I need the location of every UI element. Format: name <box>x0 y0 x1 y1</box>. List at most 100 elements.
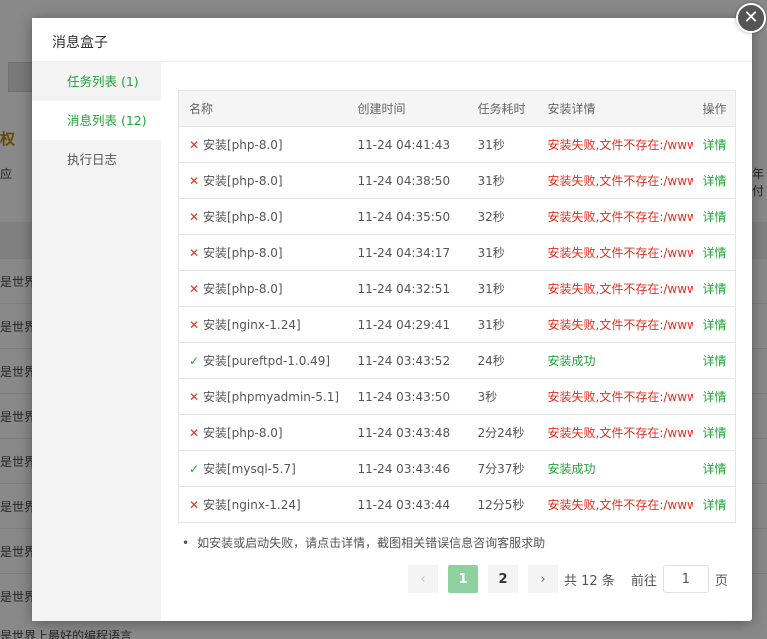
detail-link[interactable]: 详情 <box>693 163 736 199</box>
failure-x-icon: ✕ <box>189 246 200 260</box>
task-name-cell: ✕ 安装[nginx-1.24] <box>179 487 348 523</box>
table-row: ✕ 安装[php-8.0] 11-24 04:35:50 32秒 安装失败,文件不存在:… <box>178 198 736 235</box>
duration-cell: 7分37秒 <box>477 462 525 476</box>
detail-link[interactable]: 详情 <box>693 415 736 451</box>
table-row: ✕ 安装[nginx-1.24] 11-24 03:43:44 12分5秒 安装失败,文… <box>178 486 736 523</box>
column-header-action: 操作 <box>702 102 727 116</box>
detail-link[interactable]: 详情 <box>693 271 736 307</box>
task-name: 安装[nginx-1.24] <box>203 318 301 332</box>
install-detail-cell: 安装失败,文件不存在:/www <box>547 498 693 512</box>
column-header-install-detail: 安装详情 <box>547 102 596 116</box>
created-time-cell: 11-24 04:34:17 <box>357 245 451 260</box>
task-name: 安装[phpmyadmin-5.1] <box>203 390 340 404</box>
sidebar-item-task-list[interactable]: 任务列表 (1) <box>32 62 161 101</box>
table-row: ✕ 安装[nginx-1.24] 11-24 04:29:41 31秒 安装失败,文件不… <box>178 306 736 343</box>
task-name: 安装[pureftpd-1.0.49] <box>203 354 331 368</box>
task-name: 安装[php-8.0] <box>203 426 283 440</box>
pagination: ‹ 1 2 › 共 12 条 前往 页 <box>408 564 728 594</box>
table-row: ✕ 安装[php-8.0] 11-24 04:41:43 31秒 安装失败,文件不存在:… <box>178 126 736 163</box>
close-icon: ✕ <box>743 7 759 28</box>
task-name-cell: ✕ 安装[php-8.0] <box>179 415 348 451</box>
created-time-cell: 11-24 04:35:50 <box>357 209 451 224</box>
goto-page-input[interactable] <box>662 565 709 593</box>
detail-link[interactable]: 详情 <box>693 451 736 487</box>
detail-link[interactable]: 详情 <box>693 343 736 379</box>
detail-link[interactable]: 详情 <box>693 199 736 235</box>
install-detail-cell: 安装失败,文件不存在:/www <box>547 138 693 152</box>
task-name: 安装[php-8.0] <box>203 210 283 224</box>
table-row: ✓ 安装[mysql-5.7] 11-24 03:43:46 7分37秒 安装成功 详情 <box>178 450 736 487</box>
created-time-cell: 11-24 03:43:52 <box>357 353 451 368</box>
failure-x-icon: ✕ <box>189 390 200 404</box>
message-box-dialog: 消息盒子 任务列表 (1) 消息列表 (12) 执行日志 名称 创建时间 任务耗… <box>32 18 752 621</box>
failure-x-icon: ✕ <box>189 210 200 224</box>
task-name-cell: ✕ 安装[phpmyadmin-5.1] <box>179 379 348 415</box>
duration-cell: 31秒 <box>477 174 505 188</box>
created-time-cell: 11-24 04:41:43 <box>357 137 451 152</box>
sidebar-item-execution-log[interactable]: 执行日志 <box>32 140 161 179</box>
task-name: 安装[php-8.0] <box>203 282 283 296</box>
failure-x-icon: ✕ <box>189 174 200 188</box>
install-detail-cell: 安装失败,文件不存在:/www <box>547 426 693 440</box>
next-page-button[interactable]: › <box>528 565 558 593</box>
duration-cell: 2分24秒 <box>477 426 525 440</box>
page-2-button[interactable]: 2 <box>488 565 518 593</box>
dialog-header: 消息盒子 <box>32 18 752 62</box>
close-dialog-button[interactable]: ✕ <box>736 3 766 33</box>
duration-cell: 3秒 <box>477 390 498 404</box>
failure-x-icon: ✕ <box>189 282 200 296</box>
total-count: 共 12 条 <box>564 573 615 589</box>
task-name-cell: ✓ 安装[pureftpd-1.0.49] <box>179 343 348 379</box>
detail-link[interactable]: 详情 <box>693 127 736 163</box>
success-check-icon: ✓ <box>189 462 200 476</box>
task-name: 安装[php-8.0] <box>203 246 283 260</box>
install-detail-cell: 安装失败,文件不存在:/www <box>547 282 693 296</box>
detail-link[interactable]: 详情 <box>693 235 736 271</box>
detail-link[interactable]: 详情 <box>693 487 736 523</box>
created-time-cell: 11-24 04:29:41 <box>357 317 451 332</box>
duration-cell: 32秒 <box>477 210 505 224</box>
message-table: 名称 创建时间 任务耗时 安装详情 操作 ✕ 安装[php-8.0] 11-24 0… <box>178 90 736 523</box>
table-header-row: 名称 创建时间 任务耗时 安装详情 操作 <box>178 90 736 127</box>
install-detail-cell: 安装失败,文件不存在:/www <box>547 210 693 224</box>
task-name-cell: ✕ 安装[php-8.0] <box>179 235 348 271</box>
page-1-button[interactable]: 1 <box>448 565 478 593</box>
failure-x-icon: ✕ <box>189 138 200 152</box>
goto-label: 前往 <box>630 573 657 589</box>
table-row: ✕ 安装[php-8.0] 11-24 04:34:17 31秒 安装失败,文件不存在:… <box>178 234 736 271</box>
prev-page-button[interactable]: ‹ <box>408 565 438 593</box>
table-row: ✕ 安装[php-8.0] 11-24 03:43:48 2分24秒 安装失败,文件不存… <box>178 414 736 451</box>
dialog-sidebar: 任务列表 (1) 消息列表 (12) 执行日志 <box>32 62 161 621</box>
install-detail-cell: 安装失败,文件不存在:/www <box>547 390 693 404</box>
duration-cell: 31秒 <box>477 318 505 332</box>
success-check-icon: ✓ <box>189 354 200 368</box>
sidebar-item-message-list[interactable]: 消息列表 (12) <box>32 101 161 140</box>
help-note: 如安装或启动失败，请点击详情，截图相关错误信息咨询客服求助 <box>182 534 545 551</box>
detail-link[interactable]: 详情 <box>693 379 736 415</box>
duration-cell: 31秒 <box>477 138 505 152</box>
install-detail-cell: 安装失败,文件不存在:/www <box>547 318 693 332</box>
failure-x-icon: ✕ <box>189 318 200 332</box>
duration-cell: 24秒 <box>477 354 505 368</box>
task-name-cell: ✓ 安装[mysql-5.7] <box>179 451 348 487</box>
task-name-cell: ✕ 安装[nginx-1.24] <box>179 307 348 343</box>
created-time-cell: 11-24 04:38:50 <box>357 173 451 188</box>
failure-x-icon: ✕ <box>189 426 200 440</box>
table-row: ✕ 安装[php-8.0] 11-24 04:38:50 31秒 安装失败,文件不存在:… <box>178 162 736 199</box>
detail-link[interactable]: 详情 <box>693 307 736 343</box>
task-name: 安装[nginx-1.24] <box>203 498 301 512</box>
created-time-cell: 11-24 04:32:51 <box>357 281 451 296</box>
task-name-cell: ✕ 安装[php-8.0] <box>179 127 348 163</box>
message-list-panel: 名称 创建时间 任务耗时 安装详情 操作 ✕ 安装[php-8.0] 11-24 0… <box>178 90 736 523</box>
task-name-cell: ✕ 安装[php-8.0] <box>179 271 348 307</box>
table-row: ✓ 安装[pureftpd-1.0.49] 11-24 03:43:52 24秒 安装成… <box>178 342 736 379</box>
install-detail-cell: 安装失败,文件不存在:/www <box>547 174 693 188</box>
duration-cell: 31秒 <box>477 246 505 260</box>
install-detail-cell: 安装成功 <box>547 354 596 368</box>
failure-x-icon: ✕ <box>189 498 200 512</box>
task-name: 安装[php-8.0] <box>203 174 283 188</box>
column-header-name: 名称 <box>189 102 214 116</box>
page-suffix: 页 <box>714 573 728 589</box>
table-row: ✕ 安装[phpmyadmin-5.1] 11-24 03:43:50 3秒 安装失败,… <box>178 378 736 415</box>
duration-cell: 12分5秒 <box>477 498 525 512</box>
